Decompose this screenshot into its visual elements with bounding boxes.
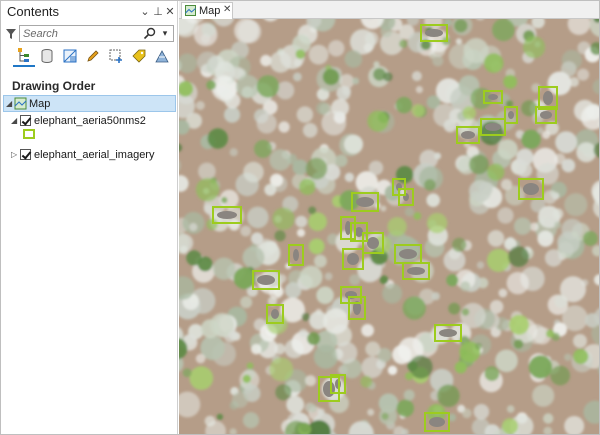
list-by-editing-icon[interactable] xyxy=(82,45,104,67)
elephant-mark xyxy=(439,329,457,337)
tree-item-layer-detections[interactable]: ◢ elephant_aeria50nms2 xyxy=(3,113,176,130)
contents-pane: Contents ⌄ ⊥ ✕ ▾ xyxy=(1,1,178,434)
search-input[interactable] xyxy=(23,27,143,40)
elephant-mark xyxy=(543,91,553,105)
collapse-icon[interactable]: ◢ xyxy=(11,116,19,125)
elephant-mark xyxy=(508,111,514,119)
elephant-mark xyxy=(429,417,445,427)
elephant-mark xyxy=(485,123,501,131)
tree-item-label: elephant_aerial_imagery xyxy=(34,149,155,161)
elephant-mark xyxy=(488,94,498,100)
chevron-down-icon[interactable]: ▾ xyxy=(160,28,170,38)
elephant-mark xyxy=(271,309,279,319)
elephant-mark xyxy=(399,249,417,259)
map-icon xyxy=(185,5,196,16)
list-by-drawing-order-icon[interactable] xyxy=(13,45,35,67)
list-by-labeling-icon[interactable] xyxy=(128,45,150,67)
pane-menu-icon[interactable]: ⌄ xyxy=(139,5,151,19)
list-by-source-icon[interactable] xyxy=(36,45,58,67)
close-icon[interactable]: ✕ xyxy=(223,4,231,15)
filter-icon[interactable] xyxy=(5,27,17,41)
elephant-mark xyxy=(540,111,552,119)
contents-toolbar xyxy=(9,45,174,69)
legend-symbol[interactable] xyxy=(23,129,35,139)
pane-title: Contents xyxy=(7,4,60,19)
pin-icon[interactable]: ⊥ xyxy=(152,5,164,19)
elephant-mark xyxy=(257,275,275,285)
elephant-mark xyxy=(523,183,539,195)
search-field[interactable]: ▾ xyxy=(19,25,174,42)
list-by-perspective-icon[interactable] xyxy=(151,45,173,67)
tree-item-map[interactable]: ◢ Map xyxy=(3,95,176,112)
tree-item-layer-imagery[interactable]: ▷ elephant_aerial_imagery xyxy=(3,147,176,164)
search-icon[interactable] xyxy=(143,27,156,40)
expand-icon[interactable]: ▷ xyxy=(11,150,19,159)
elephant-mark xyxy=(347,253,359,265)
close-icon[interactable]: ✕ xyxy=(164,5,176,19)
layer-visibility-checkbox[interactable] xyxy=(20,115,31,126)
aerial-imagery[interactable] xyxy=(179,19,599,434)
tab-map[interactable]: Map ✕ xyxy=(181,2,233,19)
map-tab-bar: Map ✕ xyxy=(179,1,599,19)
list-by-snapping-icon[interactable] xyxy=(105,45,127,67)
drawing-order-heading: Drawing Order xyxy=(12,79,96,93)
tab-label: Map xyxy=(199,5,221,17)
contents-pane-header: Contents ⌄ ⊥ ✕ xyxy=(1,1,178,23)
map-icon xyxy=(14,97,27,110)
elephant-mark xyxy=(323,381,335,397)
elephant-mark xyxy=(407,267,425,275)
map-view[interactable] xyxy=(179,19,599,434)
collapse-icon[interactable]: ◢ xyxy=(6,99,14,108)
elephant-mark xyxy=(293,249,299,261)
layer-visibility-checkbox[interactable] xyxy=(20,149,31,160)
elephant-mark xyxy=(425,29,443,37)
tree-item-label: Map xyxy=(29,98,51,110)
elephant-mark xyxy=(461,131,475,139)
elephant-mark xyxy=(367,237,379,249)
arcgis-pro-window: Contents ⌄ ⊥ ✕ ▾ xyxy=(0,0,600,435)
list-by-selection-icon[interactable] xyxy=(59,45,81,67)
elephant-mark xyxy=(356,197,374,207)
elephant-mark xyxy=(355,227,363,237)
elephant-mark xyxy=(217,211,237,219)
tree-item-label: elephant_aeria50nms2 xyxy=(34,115,146,127)
